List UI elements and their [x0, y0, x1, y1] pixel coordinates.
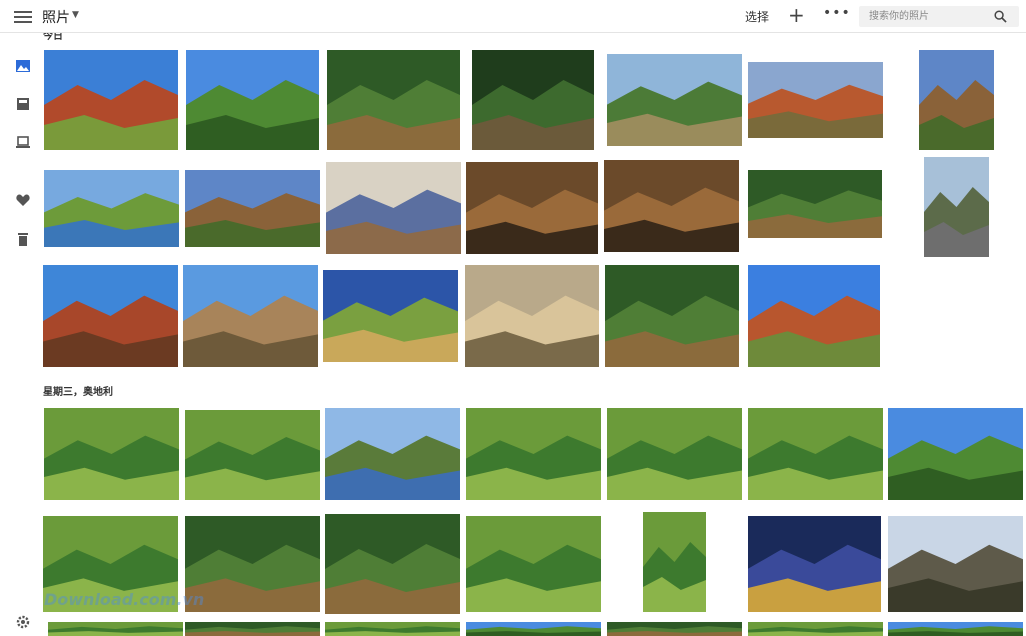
favorites-icon[interactable] — [15, 192, 31, 208]
photo-thumbnail[interactable] — [748, 62, 883, 138]
photo-thumbnail[interactable] — [183, 265, 318, 367]
photo-thumbnail[interactable] — [748, 622, 883, 636]
photo-thumbnail[interactable] — [325, 408, 460, 500]
photo-thumbnail[interactable] — [325, 514, 460, 614]
photos-icon[interactable] — [15, 58, 31, 74]
photo-thumbnail[interactable] — [325, 622, 460, 636]
photo-thumbnail[interactable] — [186, 50, 319, 150]
top-bar: 照片 ▼ 选择 + ••• — [0, 0, 1026, 33]
photo-thumbnail[interactable] — [44, 408, 179, 500]
photo-thumbnail[interactable] — [466, 408, 601, 500]
photo-thumbnail[interactable] — [604, 160, 739, 252]
add-icon[interactable]: + — [788, 3, 805, 27]
photo-thumbnail[interactable] — [185, 170, 320, 247]
photo-thumbnail[interactable] — [888, 408, 1023, 500]
more-options-icon[interactable]: ••• — [823, 5, 851, 21]
photo-thumbnail[interactable] — [326, 162, 461, 254]
photo-thumbnail[interactable] — [748, 408, 883, 500]
album-icon[interactable] — [15, 96, 31, 112]
photo-thumbnail[interactable] — [48, 622, 183, 636]
photo-thumbnail[interactable] — [924, 157, 989, 257]
photo-thumbnail[interactable] — [748, 170, 882, 238]
sidebar — [0, 33, 40, 636]
photo-thumbnail[interactable] — [748, 516, 881, 612]
app-title[interactable]: 照片 — [42, 7, 70, 27]
photo-thumbnail[interactable] — [607, 622, 742, 636]
photo-thumbnail[interactable] — [327, 50, 460, 150]
section-date-label: 星期三，奥地利 — [43, 387, 113, 398]
photo-thumbnail[interactable] — [185, 410, 320, 500]
caret-down-icon[interactable]: ▼ — [72, 10, 79, 20]
select-button[interactable]: 选择 — [745, 8, 769, 25]
hamburger-menu-icon[interactable] — [14, 8, 32, 24]
photo-thumbnail[interactable] — [185, 622, 320, 636]
photo-thumbnail[interactable] — [472, 50, 594, 150]
settings-icon[interactable] — [15, 614, 31, 630]
photo-thumbnail[interactable] — [888, 622, 1023, 636]
trash-icon[interactable] — [15, 231, 31, 247]
photo-thumbnail[interactable] — [43, 265, 178, 367]
photo-thumbnail[interactable] — [919, 50, 994, 150]
photo-thumbnail[interactable] — [465, 265, 599, 367]
photo-thumbnail[interactable] — [44, 50, 178, 150]
photo-thumbnail[interactable] — [643, 512, 706, 612]
photo-thumbnail[interactable] — [748, 265, 880, 367]
search-input[interactable] — [859, 6, 989, 27]
photo-thumbnail[interactable] — [888, 516, 1023, 612]
photo-thumbnail[interactable] — [466, 162, 598, 254]
device-icon[interactable] — [15, 134, 31, 150]
search-icon[interactable] — [994, 10, 1007, 23]
photo-thumbnail[interactable] — [466, 516, 601, 612]
watermark: Download.com.vn — [44, 590, 205, 609]
search-box[interactable] — [859, 6, 1019, 27]
photo-thumbnail[interactable] — [607, 408, 742, 500]
photo-thumbnail[interactable] — [323, 270, 458, 362]
photo-thumbnail[interactable] — [466, 622, 601, 636]
photo-thumbnail[interactable] — [185, 516, 320, 612]
photo-thumbnail[interactable] — [44, 170, 179, 247]
photo-thumbnail[interactable] — [607, 54, 742, 146]
photo-thumbnail[interactable] — [605, 265, 739, 367]
